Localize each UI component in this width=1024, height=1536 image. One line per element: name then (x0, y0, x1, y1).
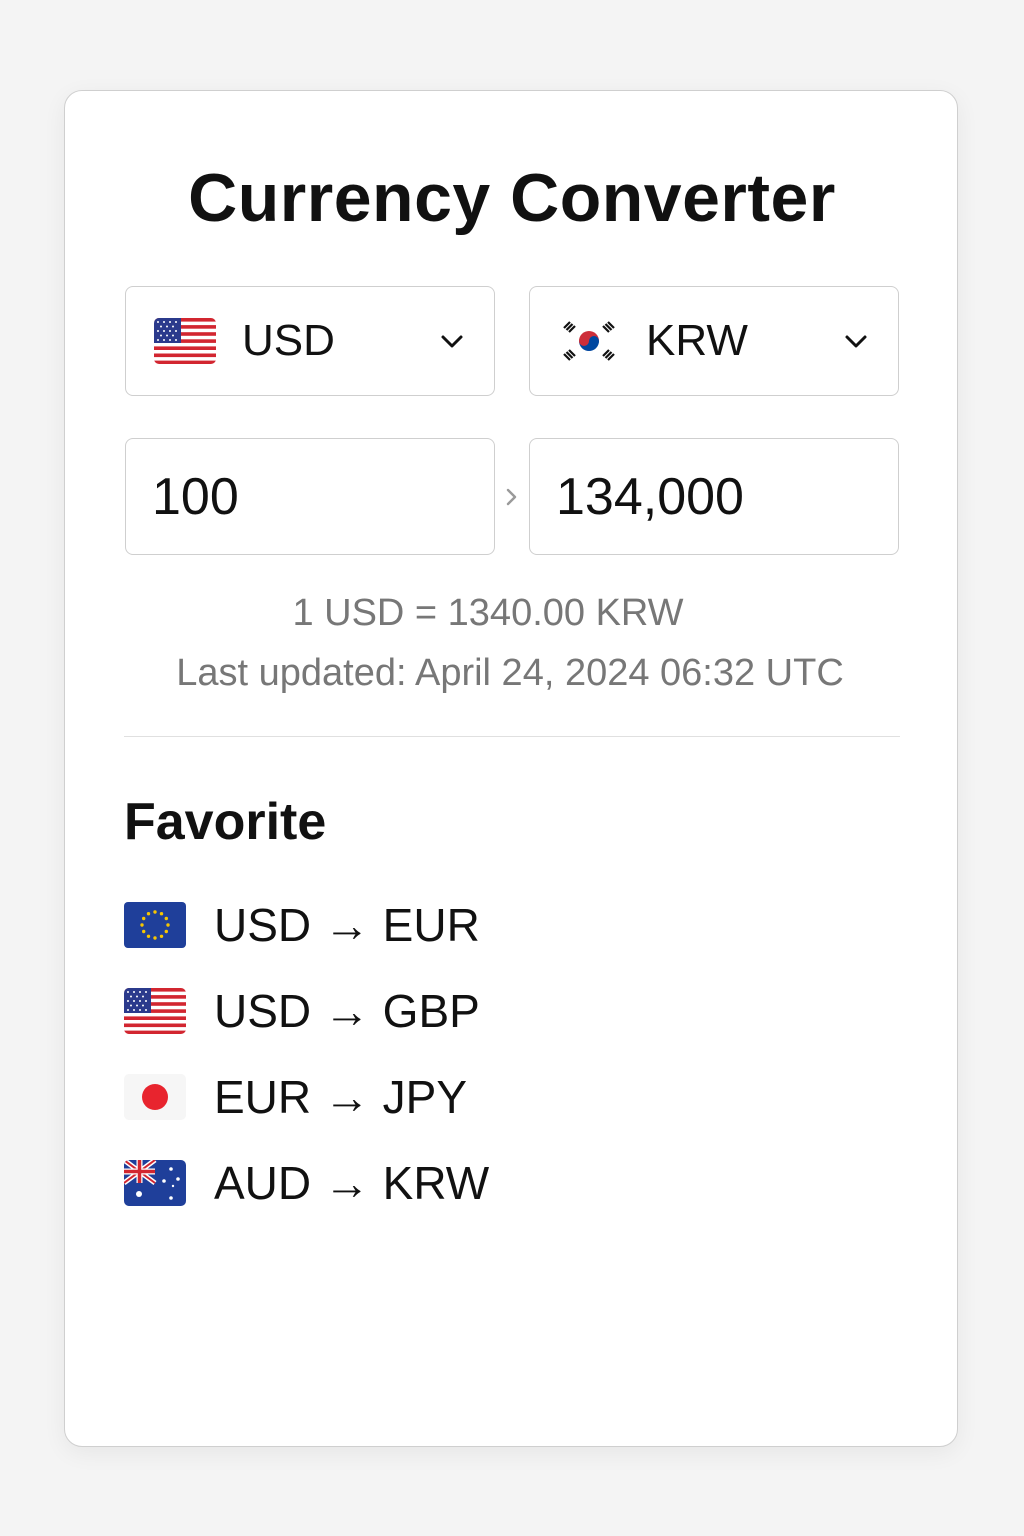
chevron-right-icon (506, 488, 517, 506)
favorite-pair-label: EUR → JPY (214, 1071, 468, 1123)
eu-flag-icon (124, 902, 186, 948)
amount-field[interactable] (125, 438, 495, 555)
jp-flag-icon (124, 1074, 186, 1120)
last-updated-text: Last updated: April 24, 2024 06:32 UTC (176, 652, 844, 694)
us-flag-icon (124, 988, 186, 1034)
kr-flag-icon (558, 318, 620, 364)
au-flag-icon (124, 1160, 186, 1206)
exchange-rate-text: 1 USD = 1340.00 KRW (292, 592, 684, 634)
divider (124, 736, 900, 737)
to-currency-select[interactable]: KRW (529, 286, 899, 396)
favorite-pair-label: AUD → KRW (214, 1157, 490, 1209)
favorite-item-usd-gbp[interactable]: USD → GBP (124, 981, 624, 1041)
favorites-heading: Favorite (124, 793, 327, 851)
amount-input[interactable] (152, 463, 472, 531)
chevron-down-icon (845, 335, 867, 348)
favorite-item-usd-eur[interactable]: USD → EUR (124, 895, 624, 955)
favorite-pair-label: USD → GBP (214, 985, 480, 1037)
favorite-item-eur-jpy[interactable]: EUR → JPY (124, 1067, 624, 1127)
converted-amount-output[interactable] (556, 463, 876, 531)
chevron-down-icon (441, 335, 463, 348)
to-currency-code: KRW (646, 316, 748, 365)
us-flag-icon (154, 318, 216, 364)
from-currency-code: USD (242, 316, 335, 365)
converted-amount-field[interactable] (529, 438, 899, 555)
page-title: Currency Converter (188, 160, 836, 236)
from-currency-select[interactable]: USD (125, 286, 495, 396)
favorite-pair-label: USD → EUR (214, 899, 480, 951)
favorite-item-aud-krw[interactable]: AUD → KRW (124, 1153, 624, 1213)
